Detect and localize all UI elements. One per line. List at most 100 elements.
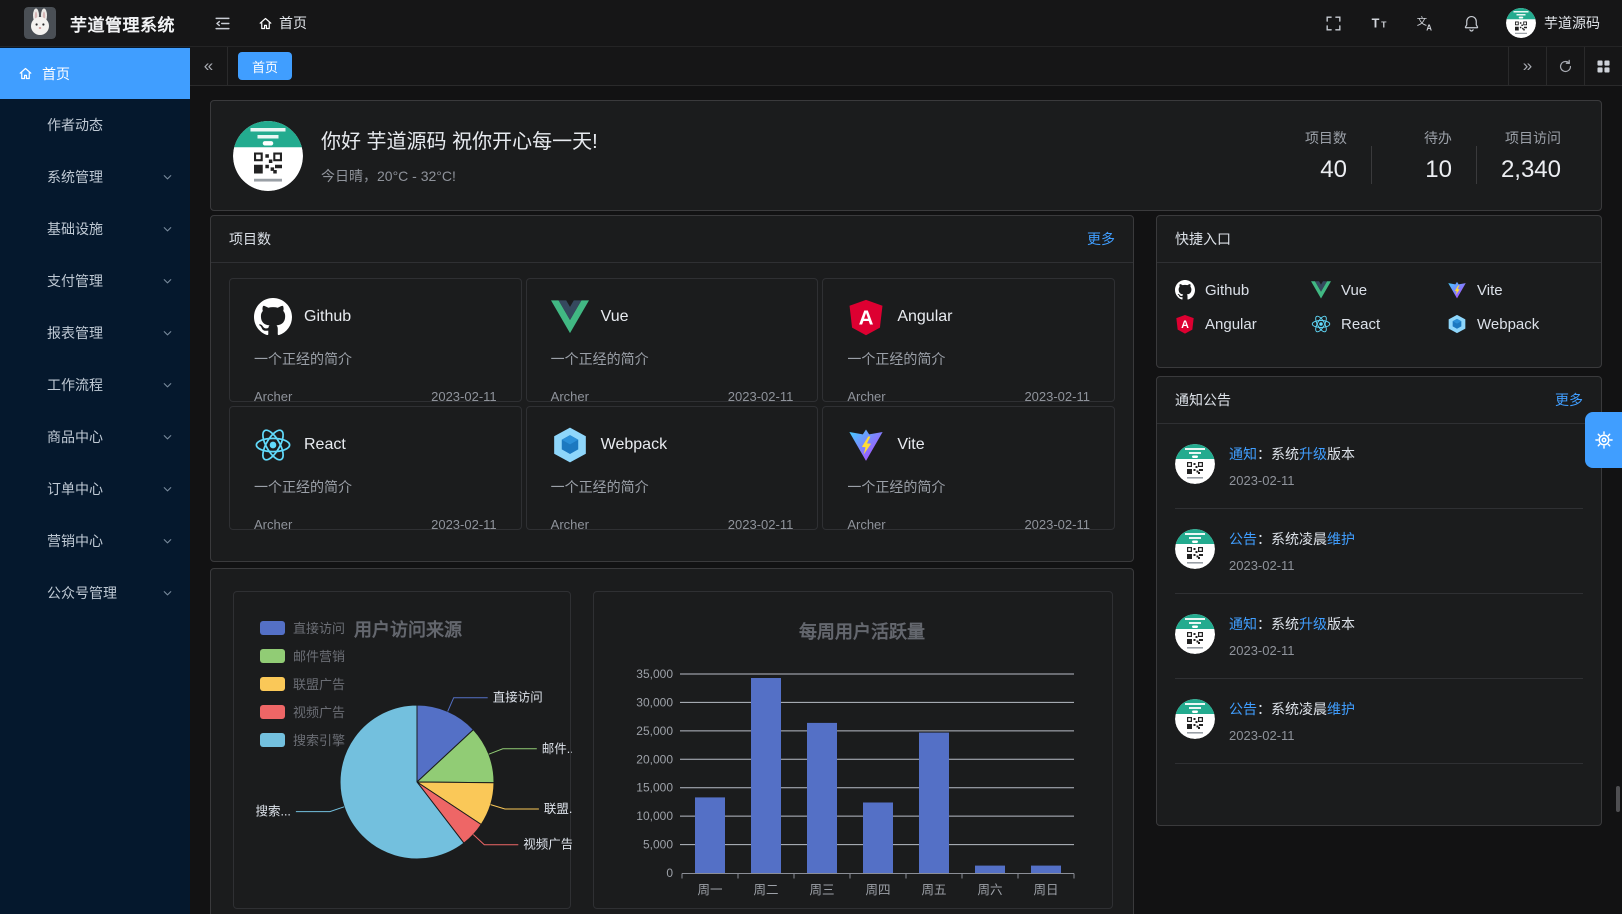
notice-item-2[interactable]: 通知：系统升级版本2023-02-11 bbox=[1175, 594, 1583, 679]
sidebar-item-8[interactable]: 订单中心 bbox=[0, 463, 190, 515]
legend-item-4[interactable]: 搜索引擎 bbox=[260, 730, 345, 749]
svg-text:15,000: 15,000 bbox=[636, 781, 673, 795]
card-title: 通知公告 bbox=[1175, 390, 1231, 410]
svg-text:30,000: 30,000 bbox=[636, 695, 673, 709]
project-card-vite[interactable]: Vite一个正经的简介Archer2023-02-11 bbox=[822, 406, 1115, 530]
home-icon bbox=[258, 16, 273, 31]
notice-title: 公告：系统凌晨维护 bbox=[1229, 529, 1355, 549]
theme-settings-button[interactable] bbox=[1585, 412, 1622, 468]
notice-date: 2023-02-11 bbox=[1229, 473, 1355, 488]
menu-fold-icon[interactable] bbox=[213, 14, 232, 33]
sidebar-item-10[interactable]: 公众号管理 bbox=[0, 567, 190, 619]
shortcut-github[interactable]: Github bbox=[1175, 275, 1311, 305]
sidebar-item-1[interactable]: 作者动态 bbox=[0, 99, 190, 151]
chevrons-left-icon[interactable]: « bbox=[190, 47, 228, 86]
project-name: React bbox=[304, 436, 346, 454]
chevron-down-icon bbox=[161, 171, 174, 184]
breadcrumb[interactable]: 首页 bbox=[258, 13, 307, 33]
language-icon[interactable]: 文A bbox=[1412, 10, 1438, 36]
shortcut-vue[interactable]: Vue bbox=[1311, 275, 1447, 305]
notice-text-link[interactable]: 公告 bbox=[1229, 531, 1257, 547]
notice-text-link[interactable]: 维护 bbox=[1327, 531, 1355, 547]
notice-item-3[interactable]: 公告：系统凌晨维护2023-02-11 bbox=[1175, 679, 1583, 764]
project-card-webpack[interactable]: Webpack一个正经的简介Archer2023-02-11 bbox=[526, 406, 819, 530]
notice-text: ：系统凌晨 bbox=[1257, 701, 1327, 717]
shortcuts-card: 快捷入口 Github Vue Vite AAngularReactWebpack bbox=[1156, 215, 1602, 368]
vite-icon bbox=[1447, 280, 1467, 300]
project-card-react[interactable]: React一个正经的简介Archer2023-02-11 bbox=[229, 406, 522, 530]
project-name: Github bbox=[304, 308, 351, 326]
sidebar-item-label: 报表管理 bbox=[47, 323, 103, 343]
react-icon bbox=[1311, 314, 1331, 334]
breadcrumb-item-home[interactable]: 首页 bbox=[279, 13, 307, 33]
sidebar-item-3[interactable]: 基础设施 bbox=[0, 203, 190, 255]
project-date: 2023-02-11 bbox=[431, 517, 497, 532]
notice-item-0[interactable]: 通知：系统升级版本2023-02-11 bbox=[1175, 424, 1583, 509]
project-date: 2023-02-11 bbox=[728, 389, 794, 404]
avatar bbox=[233, 121, 303, 191]
legend-label: 视频广告 bbox=[293, 702, 345, 721]
bell-icon[interactable] bbox=[1458, 10, 1484, 36]
legend-label: 邮件营销 bbox=[293, 646, 345, 665]
avatar bbox=[1506, 8, 1536, 38]
more-link[interactable]: 更多 bbox=[1555, 390, 1583, 410]
svg-text:周日: 周日 bbox=[1033, 883, 1058, 897]
project-date: 2023-02-11 bbox=[728, 517, 794, 532]
more-link[interactable]: 更多 bbox=[1087, 229, 1115, 249]
avatar bbox=[1175, 614, 1215, 654]
notice-text-link[interactable]: 公告 bbox=[1229, 701, 1257, 717]
legend-item-3[interactable]: 视频广告 bbox=[260, 702, 345, 721]
notice-text-link[interactable]: 通知 bbox=[1229, 616, 1257, 632]
legend-item-2[interactable]: 联盟广告 bbox=[260, 674, 345, 693]
svg-text:周四: 周四 bbox=[865, 883, 890, 897]
tab-home[interactable]: 首页 bbox=[238, 52, 292, 80]
user-menu[interactable]: 芋道源码 bbox=[1506, 8, 1600, 38]
fullscreen-icon[interactable] bbox=[1320, 10, 1346, 36]
vue-icon bbox=[551, 298, 589, 336]
project-name: Angular bbox=[897, 308, 952, 326]
sidebar-item-6[interactable]: 工作流程 bbox=[0, 359, 190, 411]
notice-text-link[interactable]: 升级 bbox=[1299, 616, 1327, 632]
notice-item-1[interactable]: 公告：系统凌晨维护2023-02-11 bbox=[1175, 509, 1583, 594]
sidebar-item-home[interactable]: 首页 bbox=[0, 48, 190, 99]
project-card-vue[interactable]: Vue一个正经的简介Archer2023-02-11 bbox=[526, 278, 819, 402]
sidebar-item-5[interactable]: 报表管理 bbox=[0, 307, 190, 359]
legend-item-1[interactable]: 邮件营销 bbox=[260, 646, 345, 665]
shortcut-react[interactable]: React bbox=[1311, 309, 1447, 339]
shortcut-webpack[interactable]: Webpack bbox=[1447, 309, 1583, 339]
sidebar-item-2[interactable]: 系统管理 bbox=[0, 151, 190, 203]
shortcut-vite[interactable]: Vite bbox=[1447, 275, 1583, 305]
sidebar-item-7[interactable]: 商品中心 bbox=[0, 411, 190, 463]
shortcut-label: Vue bbox=[1341, 282, 1367, 299]
grid-icon[interactable] bbox=[1584, 47, 1622, 86]
shortcut-angular[interactable]: AAngular bbox=[1175, 309, 1311, 339]
bar-chart[interactable]: 每周用户活跃量05,00010,00015,00020,00025,00030,… bbox=[594, 592, 1112, 910]
username: 芋道源码 bbox=[1544, 13, 1600, 33]
webpack-icon bbox=[551, 426, 589, 464]
scrollbar-thumb[interactable] bbox=[1616, 786, 1620, 812]
legend-item-0[interactable]: 直接访问 bbox=[260, 618, 345, 637]
project-desc: 一个正经的简介 bbox=[551, 349, 794, 369]
refresh-icon[interactable] bbox=[1546, 47, 1584, 86]
project-card-angular[interactable]: AAngular一个正经的简介Archer2023-02-11 bbox=[822, 278, 1115, 402]
webpack-icon bbox=[1447, 314, 1467, 334]
chevron-down-icon bbox=[161, 379, 174, 392]
bar-chart-card: 每周用户活跃量05,00010,00015,00020,00025,00030,… bbox=[593, 591, 1113, 909]
notice-text-link[interactable]: 升级 bbox=[1299, 446, 1327, 462]
chevrons-right-icon[interactable]: » bbox=[1508, 47, 1546, 86]
card-title: 快捷入口 bbox=[1175, 229, 1231, 249]
chevron-down-icon bbox=[161, 587, 174, 600]
chevron-down-icon bbox=[161, 431, 174, 444]
notice-text: ：系统 bbox=[1257, 616, 1299, 632]
shortcut-label: Angular bbox=[1205, 316, 1257, 333]
sidebar-item-9[interactable]: 营销中心 bbox=[0, 515, 190, 567]
pie-chart-card: 直接访问邮件营销联盟广告视频广告搜索引擎 用户访问来源 直接访问邮件...联盟.… bbox=[233, 591, 571, 909]
project-card-github[interactable]: Github一个正经的简介Archer2023-02-11 bbox=[229, 278, 522, 402]
sidebar-item-label: 公众号管理 bbox=[47, 583, 117, 603]
font-size-icon[interactable]: TT bbox=[1366, 10, 1392, 36]
notice-text-link[interactable]: 维护 bbox=[1327, 701, 1355, 717]
notice-text-link[interactable]: 通知 bbox=[1229, 446, 1257, 462]
stat-divider bbox=[1476, 146, 1477, 184]
sidebar-item-4[interactable]: 支付管理 bbox=[0, 255, 190, 307]
chevron-down-icon bbox=[161, 535, 174, 548]
